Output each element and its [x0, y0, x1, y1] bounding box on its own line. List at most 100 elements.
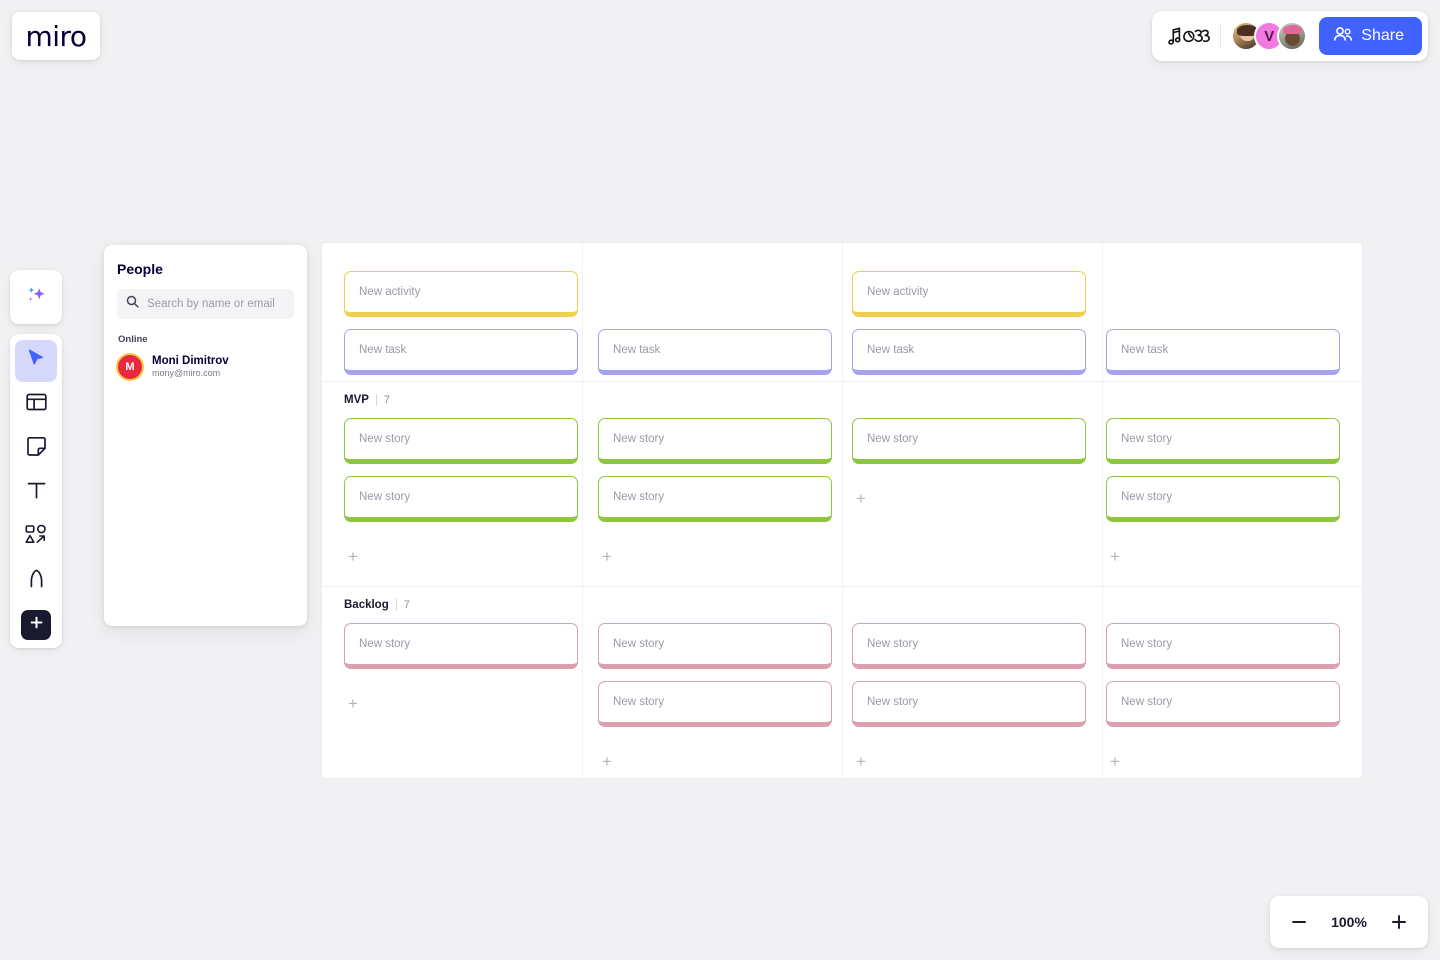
- search-icon: [126, 295, 139, 313]
- board-card[interactable]: New task: [852, 329, 1086, 375]
- zoom-out-button[interactable]: [1284, 907, 1314, 937]
- sparkles-icon: [23, 282, 49, 313]
- person-avatar: M: [118, 355, 142, 380]
- add-card-slot: +: [852, 739, 1086, 778]
- board-column-4: New story New story +: [1106, 418, 1340, 580]
- section-divider: [375, 394, 377, 406]
- add-card-slot: +: [1106, 739, 1340, 778]
- section-card-grid: New story + New story New story + New story Ne…: [322, 613, 1362, 778]
- music-notes-doodle-icon[interactable]: [1162, 17, 1214, 55]
- board-column-2: New story New story +: [598, 418, 832, 580]
- tool-templates[interactable]: [15, 384, 57, 426]
- board-card[interactable]: New story: [344, 476, 578, 522]
- section-count: 7: [383, 394, 391, 406]
- empty-slot: [1106, 271, 1340, 317]
- tool-pen[interactable]: [15, 560, 57, 602]
- add-card-slot: +: [852, 476, 1086, 522]
- section-title: Backlog: [344, 599, 389, 611]
- section-count: 7: [403, 599, 410, 611]
- top-right-bar: V Share: [1152, 11, 1428, 61]
- board-card[interactable]: New story: [598, 681, 832, 727]
- add-card-button[interactable]: +: [598, 752, 616, 770]
- add-card-button[interactable]: +: [852, 489, 870, 507]
- left-toolbar: [10, 334, 62, 648]
- board-column-3: New story +: [852, 418, 1086, 580]
- collaborator-avatars: V: [1227, 21, 1308, 51]
- board-card[interactable]: New story: [344, 418, 578, 464]
- share-button-label: Share: [1361, 27, 1404, 44]
- add-card-slot: +: [344, 681, 578, 727]
- tool-sticky-note[interactable]: [15, 428, 57, 470]
- board-card[interactable]: New task: [1106, 329, 1340, 375]
- people-search-box[interactable]: [117, 289, 294, 319]
- cursor-icon: [25, 348, 47, 375]
- section-card-grid: New story New story + New story New story + Ne…: [322, 408, 1362, 586]
- miro-logo-text: miro: [25, 19, 87, 53]
- board-card[interactable]: New story: [598, 418, 832, 464]
- empty-slot: [344, 739, 578, 778]
- avatar-collaborator-3[interactable]: [1277, 21, 1308, 51]
- section-header: MVP 7: [322, 382, 1362, 408]
- miro-logo-button[interactable]: miro: [12, 12, 100, 60]
- board-column-3: New activity New task: [852, 271, 1086, 375]
- board-section-mvp: MVP 7 New story New story + New story New stor…: [322, 381, 1362, 586]
- tool-select[interactable]: [15, 340, 57, 382]
- sticky-note-icon: [25, 435, 48, 463]
- shapes-icon: [24, 523, 48, 552]
- zoom-in-button[interactable]: [1384, 907, 1414, 937]
- add-card-slot: +: [598, 534, 832, 580]
- people-panel-title: People: [117, 261, 163, 277]
- empty-slot: [598, 271, 832, 317]
- tool-shapes[interactable]: [15, 516, 57, 558]
- board-card[interactable]: New activity: [344, 271, 578, 317]
- board-card[interactable]: New story: [852, 418, 1086, 464]
- people-panel: People Online M Moni Dimitrov mony@miro.…: [104, 245, 307, 626]
- board-card[interactable]: New story: [1106, 623, 1340, 669]
- miro-ai-button[interactable]: [10, 270, 62, 324]
- search-input[interactable]: [147, 298, 285, 310]
- board-card[interactable]: New story: [1106, 418, 1340, 464]
- board-column-2: New story New story +: [598, 623, 832, 778]
- online-group-label: Online: [118, 334, 148, 345]
- add-card-button[interactable]: +: [852, 752, 870, 770]
- add-card-slot: +: [598, 739, 832, 778]
- add-card-button[interactable]: +: [344, 547, 362, 565]
- plus-icon: [29, 615, 44, 635]
- board-card[interactable]: New story: [852, 681, 1086, 727]
- add-card-slot: +: [1106, 534, 1340, 580]
- zoom-level-value[interactable]: 100%: [1328, 914, 1370, 930]
- board-card[interactable]: New activity: [852, 271, 1086, 317]
- board-card[interactable]: New story: [1106, 476, 1340, 522]
- add-card-button[interactable]: +: [598, 547, 616, 565]
- share-button[interactable]: Share: [1319, 17, 1422, 55]
- user-story-map-board: New activity New task New task New activity…: [322, 243, 1362, 778]
- board-column-4: New story New story +: [1106, 623, 1340, 778]
- people-icon: [1333, 26, 1353, 47]
- board-column-1: New activity New task: [344, 271, 578, 375]
- board-column-1: New story New story +: [344, 418, 578, 580]
- board-card[interactable]: New story: [852, 623, 1086, 669]
- tool-more-apps[interactable]: [21, 610, 51, 640]
- person-info: Moni Dimitrov mony@miro.com: [152, 354, 229, 380]
- add-card-button[interactable]: +: [1106, 752, 1124, 770]
- add-card-button[interactable]: +: [344, 694, 362, 712]
- board-card[interactable]: New task: [598, 329, 832, 375]
- empty-slot: [852, 534, 1086, 580]
- add-card-button[interactable]: +: [1106, 547, 1124, 565]
- tool-text[interactable]: [15, 472, 57, 514]
- board-card[interactable]: New story: [1106, 681, 1340, 727]
- board-column-4: New task: [1106, 271, 1340, 375]
- board-card[interactable]: New story: [598, 476, 832, 522]
- board-card[interactable]: New task: [344, 329, 578, 375]
- divider: [1220, 23, 1222, 49]
- board-section-backlog: Backlog 7 New story + New story New story + New…: [322, 586, 1362, 778]
- section-header: Backlog 7: [322, 587, 1362, 613]
- person-list-item[interactable]: M Moni Dimitrov mony@miro.com: [117, 352, 294, 382]
- board-card[interactable]: New story: [344, 623, 578, 669]
- board-column-1: New story +: [344, 623, 578, 778]
- section-card-grid: New activity New task New task New activity…: [322, 261, 1362, 381]
- person-email: mony@miro.com: [152, 368, 221, 379]
- board-card[interactable]: New story: [598, 623, 832, 669]
- section-title: MVP: [344, 394, 369, 406]
- person-name: Moni Dimitrov: [152, 355, 229, 367]
